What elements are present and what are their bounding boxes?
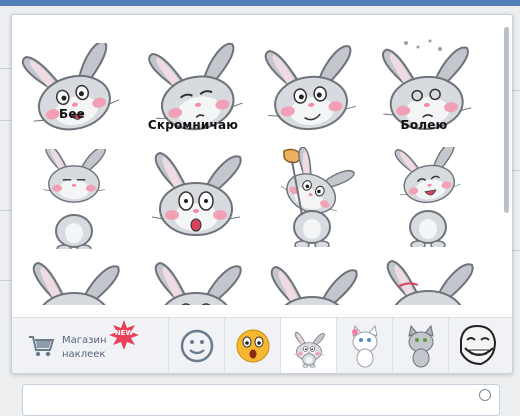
shocked-face-icon	[236, 329, 270, 363]
sticker-picker-panel: Бее Скромничаю Болею Магазин наклеек NEW	[11, 14, 513, 374]
new-badge: NEW	[109, 320, 139, 350]
sticker-rabbit-glasses[interactable]	[24, 259, 124, 305]
tab-grey-cat-pack[interactable]	[393, 318, 449, 373]
sticker-rabbit-row3-2[interactable]	[146, 259, 246, 305]
smiley-icon	[180, 329, 214, 363]
top-navigation-strip	[0, 0, 520, 6]
sticker-caption-bee: Бее	[58, 107, 86, 121]
tab-troll-pack[interactable]	[449, 318, 512, 373]
sticker-rabbit-row3-4[interactable]	[378, 257, 478, 305]
sticker-rabbit-laughing[interactable]	[378, 147, 478, 247]
sticker-pack-tabbar: Магазин наклеек NEW	[12, 317, 512, 373]
sticker-store-button[interactable]: Магазин наклеек NEW	[12, 318, 169, 373]
message-input-field[interactable]	[22, 384, 500, 416]
tab-rabbit-pack[interactable]	[281, 318, 337, 373]
emoji-picker-icon[interactable]	[479, 389, 491, 401]
sticker-caption-sick: Болею	[400, 118, 448, 132]
white-cat-icon	[352, 324, 378, 368]
sticker-grid-scrollbar[interactable]	[502, 21, 510, 303]
rabbit-icon	[293, 331, 325, 368]
tab-emoji-smiley[interactable]	[169, 318, 225, 373]
sticker-rabbit-scared[interactable]	[146, 149, 246, 249]
sticker-rabbit-row3-3[interactable]	[262, 263, 362, 305]
sticker-rabbit-bee[interactable]	[22, 43, 122, 143]
sticker-rabbit-wink[interactable]	[260, 41, 360, 141]
scroll-thumb[interactable]	[504, 27, 509, 213]
grey-cat-icon	[408, 324, 434, 368]
sticker-caption-shy: Скромничаю	[147, 118, 239, 132]
troll-face-icon	[460, 324, 497, 366]
tab-white-cat-pack[interactable]	[337, 318, 393, 373]
sticker-grid: Бее Скромничаю Болею	[12, 15, 498, 305]
sticker-rabbit-hanging[interactable]	[262, 147, 362, 247]
sticker-rabbit-tired[interactable]	[24, 149, 124, 249]
tab-emoji-shocked[interactable]	[225, 318, 281, 373]
shopping-cart-icon	[29, 336, 55, 357]
